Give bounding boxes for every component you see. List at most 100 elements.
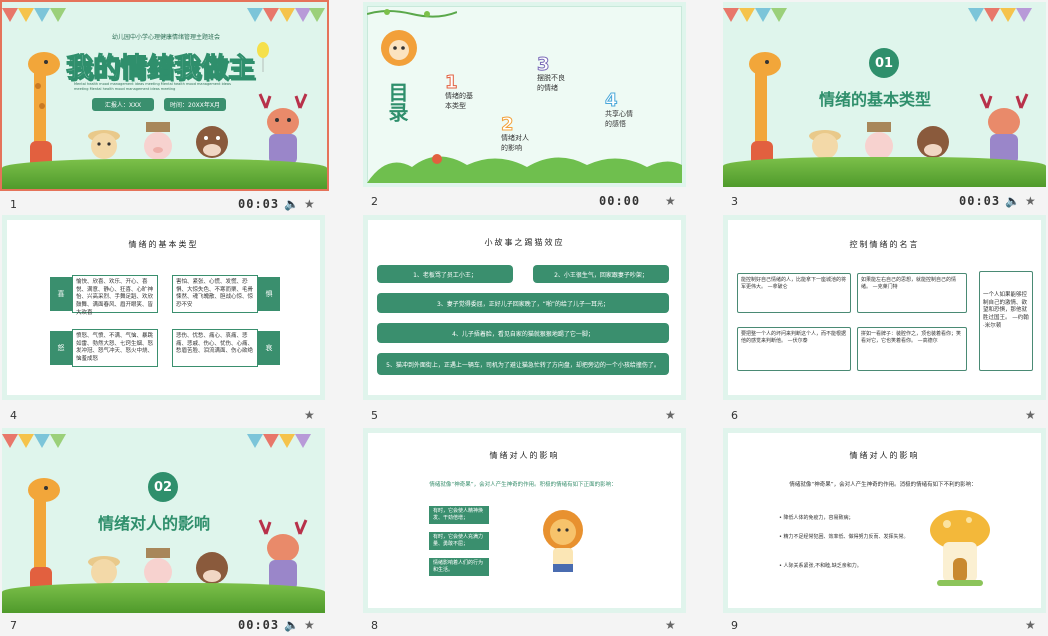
star-icon[interactable]: ★ bbox=[304, 408, 315, 422]
dog-illustration bbox=[809, 130, 841, 159]
bullet-item-2: • 精力不足经常犯困、效率低、做得努力反而、发挥失常。 bbox=[779, 534, 909, 540]
section-title: 情绪的基本类型 bbox=[819, 90, 932, 109]
mushroom-house-illustration bbox=[930, 510, 990, 586]
slide-heading: 情绪对人的影响 bbox=[849, 451, 920, 460]
slide-meta-6: 6 ★ bbox=[731, 406, 1048, 424]
slide-thumbnail-5[interactable]: 小故事之踢猫效应 1、老板骂了员工小王； 2、小王很生气，回家跟妻子吵架； 3、… bbox=[363, 215, 686, 400]
section-badge: 02 bbox=[148, 472, 178, 502]
star-icon[interactable]: ★ bbox=[1025, 618, 1036, 632]
star-icon[interactable]: ★ bbox=[304, 197, 315, 211]
slide-meta-9: 9 ★ bbox=[731, 616, 1048, 634]
bunting-decoration bbox=[2, 8, 66, 22]
effect-box-2: 有时，它会使人充满力量、勇敢不屈； bbox=[429, 532, 489, 550]
toc-number-4: 4 bbox=[605, 90, 619, 112]
slide-meta-7: 7 00:03 🔈 ★ bbox=[10, 616, 328, 634]
slide-thumbnail-8[interactable]: 情绪对人的影响 情绪就像“神奇果”，会对人产生神奇的作用。积极的情绪有如下正面的… bbox=[363, 428, 686, 613]
star-icon[interactable]: ★ bbox=[304, 618, 315, 632]
slide-thumbnail-3[interactable]: 01 情绪的基本类型 bbox=[723, 2, 1046, 187]
slide-thumbnail-9[interactable]: 情绪对人的影响 情绪就像“神奇果”，会对人产生神奇的作用。消极的情绪有如下不利的… bbox=[723, 428, 1046, 613]
slide-number: 4 bbox=[10, 408, 17, 422]
slide-thumbnail-4[interactable]: 情绪的基本类型 喜 愉快、欣喜、欢乐、开心、喜悦、满意、静心、狂喜、心旷神怡、兴… bbox=[2, 215, 325, 400]
section-badge: 01 bbox=[869, 48, 899, 78]
effect-box-3: 情绪影响着人们的行为和生活。 bbox=[429, 558, 489, 576]
quote-card-5: 一个人如果能够控制自己的激情、欲望和恐惧，那他就胜过国王。 —约翰·米尔顿 bbox=[979, 271, 1033, 371]
sloth-illustration bbox=[381, 30, 417, 66]
toc-item-1[interactable]: 1 情绪的基本类型 bbox=[445, 72, 479, 111]
emotion-tab-sadness: 哀 bbox=[258, 331, 280, 365]
quote-card-3: 要把整一个人的坏问来判断这个人，而不能根据他的感觉来判断他。 —伏尔泰 bbox=[737, 327, 851, 371]
date-pill: 时间：20XX年X月 bbox=[164, 98, 226, 111]
giraffe-illustration bbox=[28, 52, 60, 171]
slide-number: 2 bbox=[371, 194, 378, 208]
slide-subtitle: 幼儿园中小学心理健康情绪管理主题班会 bbox=[112, 34, 221, 41]
emotion-box-joy: 愉快、欣喜、欢乐、开心、喜悦、满意、静心、狂喜、心旷神怡、兴高采烈、手舞足蹈、欢… bbox=[72, 275, 158, 316]
story-step-5: 5、猫冲到外面街上，正遇上一辆车，司机为了避让猫急忙转了方向盘，却把旁边的一个小… bbox=[377, 353, 669, 375]
intro-text: 情绪就像“神奇果”，会对人产生神奇的作用。消极的情绪有如下不利的影响： bbox=[789, 482, 977, 488]
slide-heading: 小故事之踢猫效应 bbox=[484, 238, 565, 247]
slide-thumbnail-6[interactable]: 控制情绪的名言 能控制好自己情绪的人，比能拿下一座城池的将军更伟大。 —拿破仑 … bbox=[723, 215, 1046, 400]
star-icon[interactable]: ★ bbox=[665, 408, 676, 422]
speaker-icon[interactable]: 🔈 bbox=[1005, 194, 1020, 208]
bunting-decoration bbox=[723, 8, 787, 22]
slide-meta-8: 8 ★ bbox=[371, 616, 689, 634]
speaker-icon[interactable]: 🔈 bbox=[284, 618, 299, 632]
quote-text: 拼如一看牌子：装腔作之，顶也装着看你；笑看对它，它也笑着看你。 bbox=[861, 331, 962, 344]
story-step-4: 4、儿子捂着脸，看见自家的猫就狠狠地踢了它一脚； bbox=[377, 323, 669, 343]
star-icon[interactable]: ★ bbox=[1025, 408, 1036, 422]
emotion-box-sadness: 悲伤、忧愁、痛心、哀痛、悲痛、悲戚、伤心、忧伤、心痛、愁眉苦脸、泪流满面、伤心欲… bbox=[172, 329, 258, 367]
slide-meta-3: 3 00:03 🔈 ★ bbox=[731, 192, 1048, 210]
toc-label-1: 情绪的基本类型 bbox=[445, 92, 473, 110]
bullet-text: 精力不足经常犯困、效率低、做得努力反而、发挥失常。 bbox=[783, 534, 909, 540]
speaker-icon[interactable]: 🔈 bbox=[284, 197, 299, 211]
section-title: 情绪对人的影响 bbox=[98, 514, 211, 533]
quote-author: —拿破仑 bbox=[767, 284, 788, 290]
slide-thumbnail-7[interactable]: 02 情绪对人的影响 bbox=[2, 428, 325, 613]
toc-item-3[interactable]: 3 摆脱不良的情绪 bbox=[537, 54, 571, 93]
grass-ground bbox=[2, 583, 325, 613]
bunting-decoration-right bbox=[247, 8, 325, 22]
emotion-tab-anger: 怒 bbox=[50, 331, 72, 365]
story-step-3: 3、妻子觉得委屈，正好儿子回家晚了，“啪”的给了儿子一耳光； bbox=[377, 293, 669, 313]
grass-ground bbox=[2, 159, 327, 189]
slide-timing: 00:03 bbox=[959, 194, 1001, 208]
star-icon[interactable]: ★ bbox=[665, 194, 676, 208]
slide-meta-1: 1 00:03 🔈 ★ bbox=[10, 195, 328, 213]
slide-title: 我的情绪我做主 bbox=[66, 53, 256, 85]
quote-author: —克莱门特 bbox=[872, 284, 898, 290]
english-subtitle: Mental health mood management ideas meet… bbox=[74, 82, 231, 91]
toc-label-4: 共享心情的感悟 bbox=[605, 110, 633, 128]
lion-illustration bbox=[543, 510, 583, 572]
toc-title: 目录 bbox=[385, 82, 409, 122]
toc-number-1: 1 bbox=[445, 72, 459, 94]
toc-number-3: 3 bbox=[537, 54, 551, 76]
star-icon[interactable]: ★ bbox=[665, 618, 676, 632]
quote-card-1: 能控制好自己情绪的人，比能拿下一座城池的将军更伟大。 —拿破仑 bbox=[737, 273, 851, 313]
giraffe-illustration bbox=[28, 478, 60, 597]
quote-card-2: 如果能左右自己的思想，就能控制自己的情绪。 —克莱门特 bbox=[857, 273, 967, 313]
toc-item-4[interactable]: 4 共享心情的感悟 bbox=[605, 90, 639, 129]
toc-number-2: 2 bbox=[501, 114, 515, 136]
giraffe-illustration bbox=[749, 52, 781, 171]
star-icon[interactable]: ★ bbox=[1025, 194, 1036, 208]
slide-thumbnail-2[interactable]: 目录 1 情绪的基本类型 2 情绪对人的影响 3 摆脱不良的情绪 4 共享心情的… bbox=[363, 2, 686, 187]
slide-number: 6 bbox=[731, 408, 738, 422]
slide-thumbnail-1[interactable]: 幼儿园中小学心理健康情绪管理主题班会 我的情绪我做主 Mental health… bbox=[0, 0, 329, 191]
slide-number: 3 bbox=[731, 194, 738, 208]
toc-label-3: 摆脱不良的情绪 bbox=[537, 74, 565, 92]
deer-illustration bbox=[258, 93, 308, 164]
story-step-2: 2、小王很生气，回家跟妻子吵架； bbox=[533, 265, 669, 283]
dog-illustration bbox=[88, 556, 120, 585]
slide-timing: 00:03 bbox=[238, 618, 280, 632]
slide-number: 8 bbox=[371, 618, 378, 632]
bunting-decoration bbox=[2, 434, 66, 448]
slide-number: 5 bbox=[371, 408, 378, 422]
emotion-tab-fear: 惧 bbox=[258, 277, 280, 311]
slide-number: 9 bbox=[731, 618, 738, 632]
emotion-box-anger: 愤怒、气愤、不满、气恼、暴跳如雷、勃然大怒、七窍生烟、怒发冲冠、怒气冲天、怒火中… bbox=[72, 329, 158, 367]
slide-number: 1 bbox=[10, 197, 17, 211]
bunting-decoration-right bbox=[247, 434, 311, 448]
intro-text: 情绪就像“神奇果”，会对人产生神奇的作用。积极的情绪有如下正面的影响： bbox=[429, 482, 617, 488]
pig-illustration bbox=[144, 122, 172, 160]
bush-decoration bbox=[367, 154, 682, 183]
effect-box-1: 有时，它会使人精神焕发、干劲倍增； bbox=[429, 506, 489, 524]
